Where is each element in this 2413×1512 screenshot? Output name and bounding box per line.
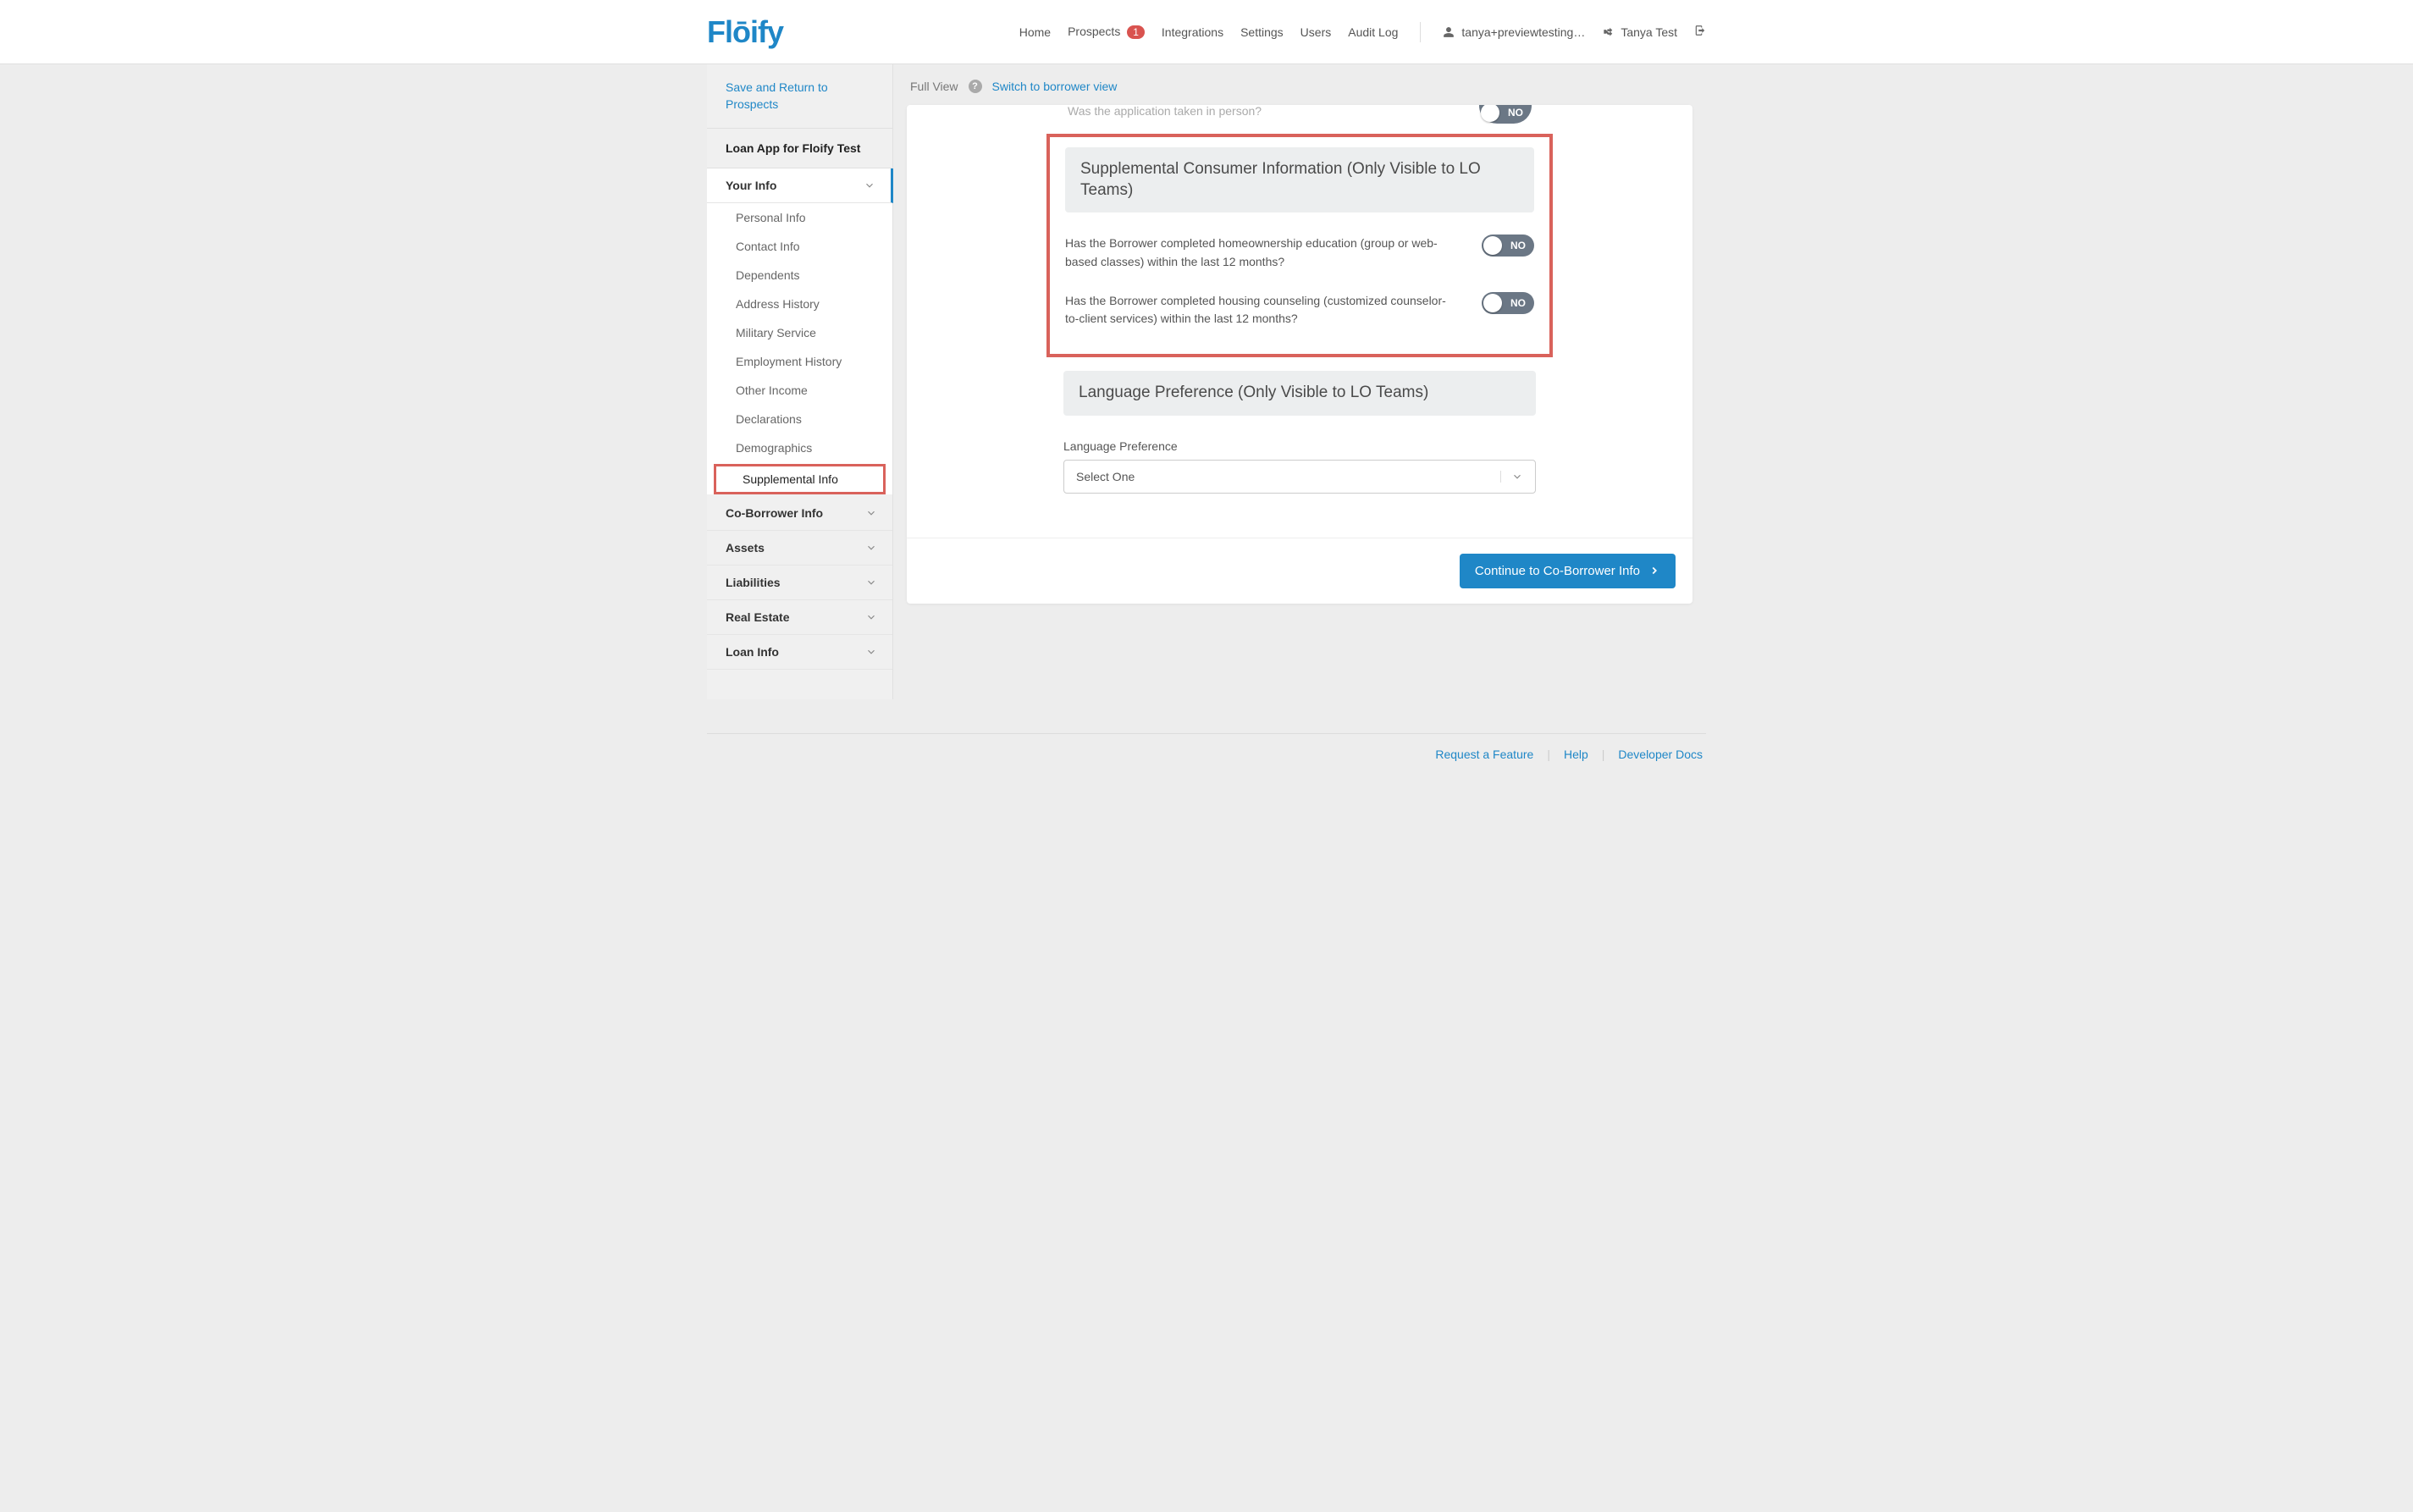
sidebar-item-declarations[interactable]: Declarations (707, 405, 892, 433)
sidebar-section-loan-info[interactable]: Loan Info (707, 635, 892, 670)
toggle-knob (1483, 236, 1502, 255)
prev-question-row: Was the application taken in person? NO (907, 105, 1692, 134)
sidebar-section-label: Co-Borrower Info (726, 506, 823, 520)
chevron-down-icon (865, 611, 877, 623)
user-email: tanya+previewtesting… (1461, 25, 1585, 39)
sidebar: Save and Return to Prospects Loan App fo… (707, 64, 893, 699)
sidebar-item-employment-history[interactable]: Employment History (707, 347, 892, 376)
sidebar-section-your-info[interactable]: Your Info (707, 168, 893, 203)
save-return-link[interactable]: Save and Return to Prospects (726, 80, 874, 113)
page-footer: Request a Feature | Help | Developer Doc… (707, 733, 1706, 775)
sidebar-section-co-borrower[interactable]: Co-Borrower Info (707, 496, 892, 531)
help-icon[interactable]: ? (969, 80, 982, 93)
content-header: Full View ? Switch to borrower view (893, 64, 1706, 105)
sidebar-title-block: Loan App for Floify Test (707, 129, 892, 168)
save-return-block: Save and Return to Prospects (707, 64, 892, 129)
form-card: Was the application taken in person? NO … (907, 105, 1692, 604)
continue-button-label: Continue to Co-Borrower Info (1475, 564, 1640, 578)
full-view-label: Full View (910, 80, 958, 93)
sidebar-section-real-estate[interactable]: Real Estate (707, 600, 892, 635)
form-scroll-area: Was the application taken in person? NO … (907, 105, 1692, 538)
sidebar-section-liabilities[interactable]: Liabilities (707, 566, 892, 600)
nav-users[interactable]: Users (1300, 25, 1332, 39)
sci-question-2-text: Has the Borrower completed housing couns… (1065, 292, 1460, 328)
chevron-down-icon (864, 179, 875, 191)
sci-question-2-row: Has the Borrower completed housing couns… (1065, 292, 1534, 328)
your-info-subitems: Personal Info Contact Info Dependents Ad… (707, 203, 892, 494)
sidebar-item-personal-info[interactable]: Personal Info (707, 203, 892, 232)
content-column: Full View ? Switch to borrower view Was … (893, 64, 1706, 699)
sidebar-section-label: Real Estate (726, 610, 789, 624)
footer-developer-docs[interactable]: Developer Docs (1618, 748, 1703, 761)
chevron-down-icon (865, 542, 877, 554)
select-placeholder: Select One (1076, 470, 1135, 483)
toggle-knob (1483, 294, 1502, 312)
sidebar-item-address-history[interactable]: Address History (707, 290, 892, 318)
prev-question-toggle[interactable]: NO (1479, 105, 1532, 124)
sci-heading: Supplemental Consumer Information (Only … (1065, 147, 1534, 212)
chevron-down-icon (865, 646, 877, 658)
nav-settings[interactable]: Settings (1240, 25, 1284, 39)
sidebar-item-military-service[interactable]: Military Service (707, 318, 892, 347)
prev-question-text: Was the application taken in person? (1068, 105, 1262, 118)
nav-home[interactable]: Home (1019, 25, 1051, 39)
switch-to-borrower-link[interactable]: Switch to borrower view (992, 80, 1118, 93)
shuffle-icon (1602, 26, 1614, 38)
language-pref-label: Language Preference (1063, 439, 1536, 453)
continue-button[interactable]: Continue to Co-Borrower Info (1460, 554, 1676, 588)
sidebar-item-demographics[interactable]: Demographics (707, 433, 892, 462)
user-name: Tanya Test (1621, 25, 1677, 39)
footer-separator: | (1547, 748, 1550, 761)
user-name-block[interactable]: Tanya Test (1602, 25, 1677, 39)
chevron-down-icon (865, 577, 877, 588)
page-wrap: Save and Return to Prospects Loan App fo… (707, 64, 1706, 699)
loan-app-title: Loan App for Floify Test (726, 141, 874, 156)
select-caret-wrap (1500, 471, 1523, 483)
toggle-label: NO (1510, 240, 1526, 251)
footer-separator: | (1602, 748, 1605, 761)
nav-prospects[interactable]: Prospects 1 (1068, 25, 1145, 39)
topbar: Flōify Home Prospects 1 Integrations Set… (0, 0, 2413, 64)
prospects-badge: 1 (1127, 25, 1145, 39)
main-nav: Home Prospects 1 Integrations Settings U… (1019, 22, 1706, 42)
chevron-down-icon (1511, 471, 1523, 483)
nav-prospects-label: Prospects (1068, 25, 1120, 38)
sci-question-2-toggle[interactable]: NO (1482, 292, 1534, 314)
sidebar-section-label: Assets (726, 541, 765, 555)
sidebar-item-dependents[interactable]: Dependents (707, 261, 892, 290)
toggle-label: NO (1510, 297, 1526, 309)
sidebar-section-assets[interactable]: Assets (707, 531, 892, 566)
sci-question-1-text: Has the Borrower completed homeownership… (1065, 235, 1460, 271)
brand-logo[interactable]: Flōify (707, 14, 783, 50)
language-pref-section: Language Preference (Only Visible to LO … (1063, 371, 1536, 494)
sci-highlight-box: Supplemental Consumer Information (Only … (1046, 134, 1553, 357)
logout-button[interactable] (1694, 25, 1706, 39)
language-pref-heading: Language Preference (Only Visible to LO … (1063, 371, 1536, 416)
toggle-knob (1481, 105, 1499, 122)
sidebar-item-contact-info[interactable]: Contact Info (707, 232, 892, 261)
nav-divider (1420, 22, 1421, 42)
sidebar-item-supplemental-info[interactable]: Supplemental Info (714, 464, 886, 494)
language-pref-select[interactable]: Select One (1063, 460, 1536, 494)
nav-integrations[interactable]: Integrations (1162, 25, 1223, 39)
sci-question-1-toggle[interactable]: NO (1482, 235, 1534, 257)
chevron-right-icon (1648, 565, 1660, 577)
toggle-label: NO (1508, 107, 1523, 119)
footer-help[interactable]: Help (1564, 748, 1588, 761)
sidebar-section-label: Your Info (726, 179, 776, 192)
logout-icon (1694, 25, 1706, 36)
footer-request-feature[interactable]: Request a Feature (1435, 748, 1533, 761)
chevron-down-icon (865, 507, 877, 519)
nav-audit-log[interactable]: Audit Log (1348, 25, 1398, 39)
user-email-block[interactable]: tanya+previewtesting… (1443, 25, 1585, 39)
card-footer: Continue to Co-Borrower Info (907, 538, 1692, 604)
sidebar-section-label: Loan Info (726, 645, 779, 659)
user-icon (1443, 26, 1455, 38)
sidebar-section-label: Liabilities (726, 576, 781, 589)
sci-question-1-row: Has the Borrower completed homeownership… (1065, 235, 1534, 271)
sidebar-item-other-income[interactable]: Other Income (707, 376, 892, 405)
